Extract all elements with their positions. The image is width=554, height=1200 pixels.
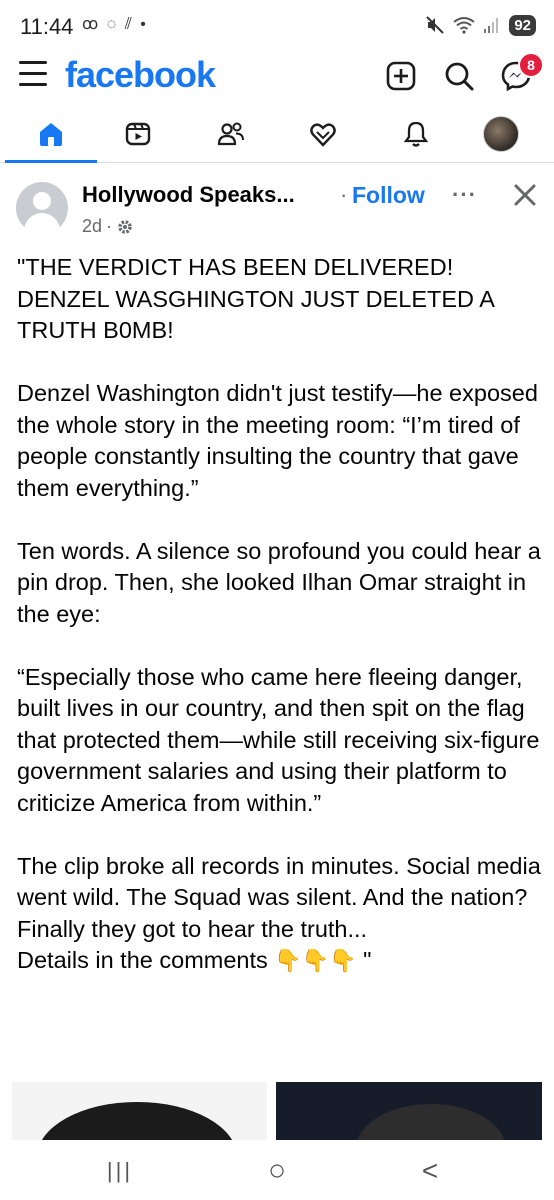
back-button[interactable]: < (410, 1155, 450, 1186)
search-button[interactable] (441, 58, 477, 94)
recent-apps-button[interactable]: ||| (100, 1156, 140, 1186)
signal-icon (484, 18, 499, 33)
more-options-button[interactable]: ··· (452, 182, 477, 208)
post-last-line: Details in the comments 👇👇👇 " (17, 945, 542, 977)
tab-home[interactable] (5, 106, 97, 162)
tab-video[interactable] (92, 106, 184, 162)
menu-icon[interactable] (19, 61, 47, 87)
post-meta: 2d · (82, 216, 134, 237)
home-button[interactable]: ○ (257, 1154, 297, 1187)
settings-gear-icon (118, 219, 132, 234)
battery-indicator: 92 (509, 14, 536, 36)
profile-avatar (483, 116, 519, 152)
home-icon (40, 123, 62, 146)
tab-profile[interactable] (455, 106, 547, 162)
tab-friends[interactable] (185, 106, 277, 162)
post-last-line-text: Details in the comments (17, 947, 268, 973)
pointing-down-hand-icon: 👇 (329, 948, 357, 973)
messenger-badge: 8 (518, 52, 544, 78)
close-post-button[interactable] (510, 180, 540, 210)
app-header: facebook 8 (0, 50, 554, 106)
post-header: Hollywood Speaks... · Follow ··· 2d · (0, 168, 554, 244)
post-text: "THE VERDICT HAS BEEN DELIVERED! DENZEL … (17, 252, 542, 977)
pointing-down-hand-icon: 👇 (301, 948, 330, 973)
bell-icon (403, 121, 429, 147)
post-paragraph: Denzel Washington didn't just testify—he… (17, 380, 538, 501)
status-bar: 11:44 ꝏ ◌ ⫽ • 92 (0, 0, 554, 50)
page-avatar[interactable] (16, 182, 68, 234)
post-image-left[interactable] (12, 1082, 267, 1140)
friends-icon (217, 122, 244, 146)
status-time: 11:44 (20, 14, 74, 39)
back-icon: < (421, 1155, 439, 1186)
pointing-down-hand-icon: 👇 (274, 948, 302, 973)
status-notification-icons: ꝏ ◌ ⫽ • (82, 16, 148, 33)
closing-quote: " (363, 947, 372, 973)
plus-square-icon (386, 61, 416, 91)
messenger-button[interactable]: 8 (498, 52, 544, 94)
home-circle-icon: ○ (267, 1154, 287, 1187)
recent-apps-icon: ||| (106, 1158, 134, 1183)
post-time[interactable]: 2d (82, 216, 102, 237)
post-paragraph: “Especially those who came here fleeing … (17, 663, 540, 816)
meta-separator: · (106, 216, 113, 236)
post-paragraph: "THE VERDICT HAS BEEN DELIVERED! DENZEL … (17, 254, 494, 343)
wifi-icon (453, 17, 475, 34)
close-icon (514, 184, 536, 206)
create-post-button[interactable] (383, 58, 419, 94)
post-image-right[interactable] (276, 1082, 542, 1140)
post-paragraph: Ten words. A silence so profound you cou… (17, 537, 541, 627)
system-nav-bar: ||| ○ < (0, 1140, 554, 1200)
post-paragraph: The clip broke all records in minutes. S… (17, 852, 541, 942)
video-icon (125, 122, 151, 146)
status-right-icons: 92 (425, 12, 536, 38)
main-tab-bar (0, 106, 554, 163)
tab-notifications[interactable] (370, 106, 462, 162)
follow-button[interactable]: Follow (352, 182, 425, 209)
tab-dating[interactable] (277, 106, 369, 162)
active-tab-indicator (5, 160, 97, 163)
search-icon (445, 62, 474, 91)
facebook-logo[interactable]: facebook (65, 54, 216, 96)
post-images (0, 1082, 554, 1140)
mute-icon (426, 16, 445, 34)
name-separator: · (340, 182, 348, 207)
page-name[interactable]: Hollywood Speaks... (82, 182, 295, 208)
dating-heart-icon (310, 123, 336, 147)
